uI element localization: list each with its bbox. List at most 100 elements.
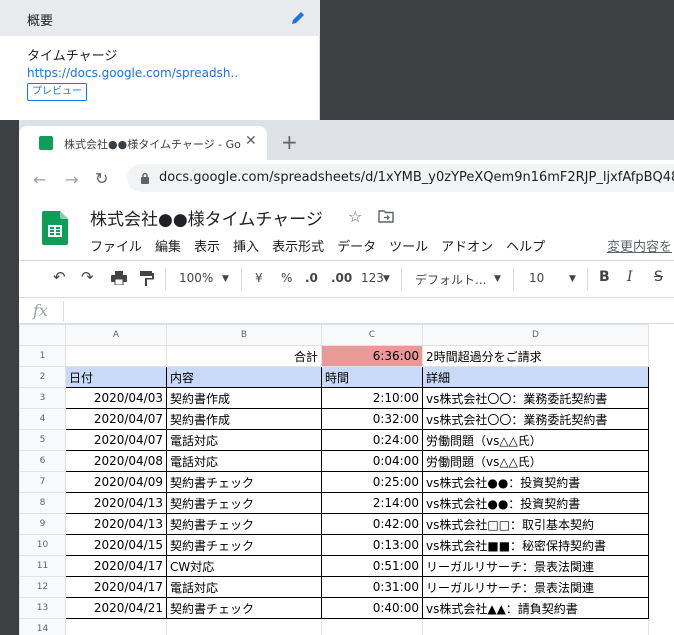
row-header[interactable]: 1 [19, 345, 66, 367]
detail-cell[interactable]: リーガルリサーチ：景表法関連 [422, 555, 649, 577]
row-header[interactable]: 6 [19, 450, 66, 472]
detail-cell[interactable]: vs株式会社■■：秘密保持契約書 [422, 534, 649, 556]
date-cell[interactable]: 2020/04/07 [65, 429, 167, 451]
document-title[interactable]: 株式会社●●様タイムチャージ [90, 205, 323, 230]
back-arrow-icon[interactable]: ← [33, 170, 46, 189]
cell[interactable] [166, 618, 322, 635]
time-cell[interactable]: 0:51:00 [321, 555, 423, 577]
content-cell[interactable]: 契約書チェック [166, 471, 322, 493]
cell[interactable] [321, 618, 423, 635]
time-cell[interactable]: 0:42:00 [321, 513, 423, 535]
detail-cell[interactable]: vs株式会社〇〇：業務委託契約書 [422, 387, 649, 409]
date-cell[interactable]: 2020/04/03 [65, 387, 167, 409]
font-size-select[interactable]: 10 [529, 271, 544, 285]
menu-edit[interactable]: 編集 [155, 236, 181, 255]
bold-button[interactable]: B [599, 269, 610, 285]
row-header[interactable]: 8 [19, 492, 66, 514]
time-cell[interactable]: 0:25:00 [321, 471, 423, 493]
preview-button[interactable]: プレビュー [27, 83, 87, 101]
forward-arrow-icon[interactable]: → [65, 170, 78, 189]
row-header[interactable]: 3 [19, 387, 66, 409]
time-cell[interactable]: 0:31:00 [321, 576, 423, 598]
percent-format-button[interactable]: % [281, 271, 292, 285]
last-edit-link[interactable]: 変更内容を [607, 236, 672, 255]
print-icon[interactable] [111, 271, 127, 285]
menu-addons[interactable]: アドオン [441, 236, 493, 255]
content-cell[interactable]: 契約書チェック [166, 597, 322, 619]
column-header-b[interactable]: B [166, 324, 322, 346]
row-header[interactable]: 14 [19, 618, 66, 635]
column-header-c[interactable]: C [321, 324, 423, 346]
time-cell[interactable]: 0:32:00 [321, 408, 423, 430]
content-cell[interactable]: 契約書作成 [166, 387, 322, 409]
header-cell-date[interactable]: 日付 [65, 366, 167, 388]
date-cell[interactable]: 2020/04/17 [65, 555, 167, 577]
date-cell[interactable]: 2020/04/07 [65, 408, 167, 430]
move-folder-icon[interactable] [378, 210, 394, 223]
increase-decimal-button[interactable]: .00 [331, 271, 352, 285]
row-header[interactable]: 5 [19, 429, 66, 451]
detail-cell[interactable]: 労働問題（vs△△氏） [422, 450, 649, 472]
time-cell[interactable]: 2:14:00 [321, 492, 423, 514]
content-cell[interactable]: 契約書チェック [166, 492, 322, 514]
reload-icon[interactable]: ↻ [95, 169, 108, 188]
detail-cell[interactable]: vs株式会社▲▲：請負契約書 [422, 597, 649, 619]
date-cell[interactable]: 2020/04/08 [65, 450, 167, 472]
redo-icon[interactable]: ↷ [81, 268, 94, 286]
time-cell[interactable]: 2:10:00 [321, 387, 423, 409]
row-header[interactable]: 11 [19, 555, 66, 577]
content-cell[interactable]: CW対応 [166, 555, 322, 577]
row-header[interactable]: 4 [19, 408, 66, 430]
date-cell[interactable]: 2020/04/17 [65, 576, 167, 598]
row-header[interactable]: 12 [19, 576, 66, 598]
paint-format-icon[interactable] [140, 271, 154, 286]
content-cell[interactable]: 契約書チェック [166, 513, 322, 535]
menu-format[interactable]: 表示形式 [272, 236, 324, 255]
total-label-cell[interactable]: 合計 [166, 345, 322, 367]
strikethrough-button[interactable]: S [654, 269, 663, 285]
more-formats-button[interactable]: 123 [361, 271, 384, 285]
zoom-select[interactable]: 100% [179, 271, 213, 285]
detail-cell[interactable]: リーガルリサーチ：景表法関連 [422, 576, 649, 598]
new-tab-icon[interactable]: + [281, 130, 298, 154]
content-cell[interactable]: 電話対応 [166, 576, 322, 598]
content-cell[interactable]: 電話対応 [166, 429, 322, 451]
url-text[interactable]: docs.google.com/spreadsheets/d/1xYMB_y0z… [159, 170, 674, 185]
header-cell-time[interactable]: 時間 [321, 366, 423, 388]
row-header[interactable]: 10 [19, 534, 66, 556]
content-cell[interactable]: 電話対応 [166, 450, 322, 472]
cell[interactable] [65, 618, 167, 635]
content-cell[interactable]: 契約書作成 [166, 408, 322, 430]
row-header[interactable]: 9 [19, 513, 66, 535]
star-icon[interactable]: ☆ [348, 207, 362, 226]
menu-tools[interactable]: ツール [389, 236, 428, 255]
menu-insert[interactable]: 挿入 [233, 236, 259, 255]
date-cell[interactable]: 2020/04/21 [65, 597, 167, 619]
chevron-down-icon[interactable]: ▼ [569, 274, 576, 284]
time-cell[interactable]: 0:13:00 [321, 534, 423, 556]
cell[interactable] [65, 345, 167, 367]
column-header-a[interactable]: A [65, 324, 167, 346]
date-cell[interactable]: 2020/04/13 [65, 492, 167, 514]
time-cell[interactable]: 0:24:00 [321, 429, 423, 451]
chevron-down-icon[interactable]: ▼ [494, 274, 501, 284]
currency-format-button[interactable]: ¥ [255, 271, 263, 285]
italic-button[interactable]: I [627, 269, 633, 285]
detail-cell[interactable]: vs株式会社〇〇：業務委託契約書 [422, 408, 649, 430]
content-cell[interactable]: 契約書チェック [166, 534, 322, 556]
chevron-down-icon[interactable]: ▼ [383, 274, 390, 284]
row-header[interactable]: 13 [19, 597, 66, 619]
date-cell[interactable]: 2020/04/09 [65, 471, 167, 493]
time-cell[interactable]: 0:40:00 [321, 597, 423, 619]
time-cell[interactable]: 0:04:00 [321, 450, 423, 472]
header-cell-detail[interactable]: 詳細 [422, 366, 649, 388]
pencil-icon[interactable] [290, 10, 306, 26]
select-all-corner[interactable] [19, 324, 66, 346]
row-header[interactable]: 7 [19, 471, 66, 493]
formula-bar[interactable] [19, 298, 674, 324]
detail-cell[interactable]: 労働問題（vs△△氏） [422, 429, 649, 451]
column-header-d[interactable]: D [422, 324, 649, 346]
decrease-decimal-button[interactable]: .0 [305, 271, 318, 285]
detail-cell[interactable]: vs株式会社●●：投資契約書 [422, 492, 649, 514]
menu-file[interactable]: ファイル [90, 236, 142, 255]
